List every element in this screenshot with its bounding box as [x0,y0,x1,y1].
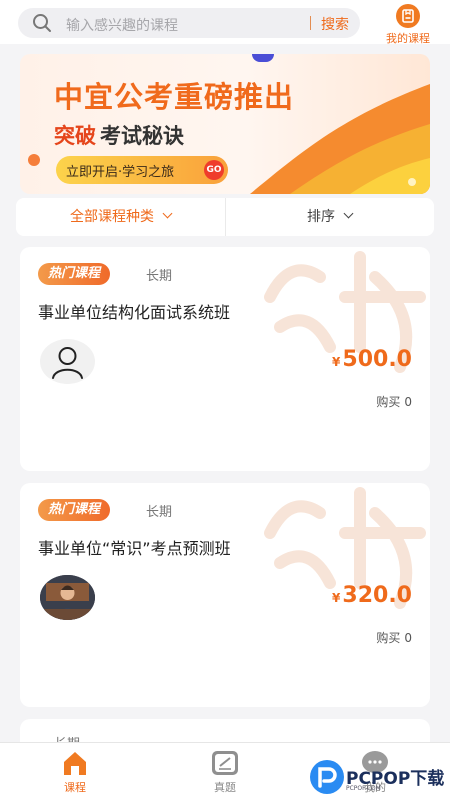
chevron-down-icon [162,208,173,219]
banner-cta-button[interactable]: 立即开启·学习之旅 GO [56,156,228,184]
course-card[interactable]: 热门课程 长期 事业单位“常识”考点预测班 ¥320.0 购买 0 [20,483,430,707]
banner-subtitle-highlight: 突破 [54,124,96,148]
search-divider [310,16,311,30]
price-currency: ¥ [332,591,341,605]
filter-bar: 全部课程种类 排序 [16,198,434,236]
site-watermark: PCPOP下载 PCPOP.COM [310,758,450,798]
purchase-count: 购买 0 [376,393,412,410]
purchase-count-value: 0 [404,395,412,409]
banner-cta-label: 立即开启·学习之旅 [66,165,175,180]
nav-label: 真题 [214,781,236,794]
category-filter[interactable]: 全部课程种类 [16,198,225,236]
teacher-avatar [40,339,95,384]
course-price: ¥320.0 [332,583,412,608]
bookmark-icon [396,4,420,28]
course-title: 事业单位结构化面试系统班 [38,303,231,322]
purchase-label: 购买 [376,395,401,409]
home-icon [60,749,90,777]
purchase-label: 购买 [376,631,401,645]
sort-filter-label: 排序 [307,209,335,225]
search-bar[interactable]: 输入感兴趣的课程 搜索 [18,8,360,38]
search-button[interactable]: 搜索 [314,14,356,34]
watermark-graphic [264,487,426,609]
pcpop-logo-icon [310,760,344,794]
nav-item-exam[interactable]: 真题 [190,749,260,795]
nav-item-course[interactable]: 课程 [40,749,110,795]
teacher-avatar [40,575,95,620]
hot-course-tag: 热门课程 [38,499,111,521]
course-duration: 长期 [146,269,173,284]
purchase-count: 购买 0 [376,629,412,646]
my-courses-button[interactable]: 我的课程 [376,4,440,46]
my-courses-label: 我的课程 [386,32,430,45]
banner-title: 中宜公考重磅推出 [54,80,295,114]
promo-banner[interactable]: 中宜公考重磅推出 突破 考试秘诀 立即开启·学习之旅 GO [20,54,430,194]
price-currency: ¥ [332,355,341,369]
price-value: 320.0 [342,583,412,608]
chevron-down-icon [343,208,354,219]
course-price: ¥500.0 [332,347,412,372]
course-title: 事业单位“常识”考点预测班 [38,539,231,558]
category-filter-label: 全部课程种类 [70,209,154,225]
course-card[interactable]: 热门课程 长期 事业单位结构化面试系统班 ¥500.0 购买 0 [20,247,430,471]
edit-icon [210,749,240,777]
watermark-subtext: PCPOP.COM [346,785,381,792]
banner-dot [28,154,40,166]
nav-label: 课程 [64,781,86,794]
hot-course-tag: 热门课程 [38,263,111,285]
course-duration: 长期 [146,505,173,520]
purchase-count-value: 0 [404,631,412,645]
top-bar: 输入感兴趣的课程 搜索 我的课程 [0,0,450,46]
go-badge: GO [204,160,224,180]
search-icon [32,13,52,33]
banner-subtitle: 考试秘诀 [100,124,184,148]
search-input[interactable]: 输入感兴趣的课程 [66,15,178,35]
sort-filter[interactable]: 排序 [225,198,434,236]
price-value: 500.0 [342,347,412,372]
watermark-graphic [264,251,426,373]
